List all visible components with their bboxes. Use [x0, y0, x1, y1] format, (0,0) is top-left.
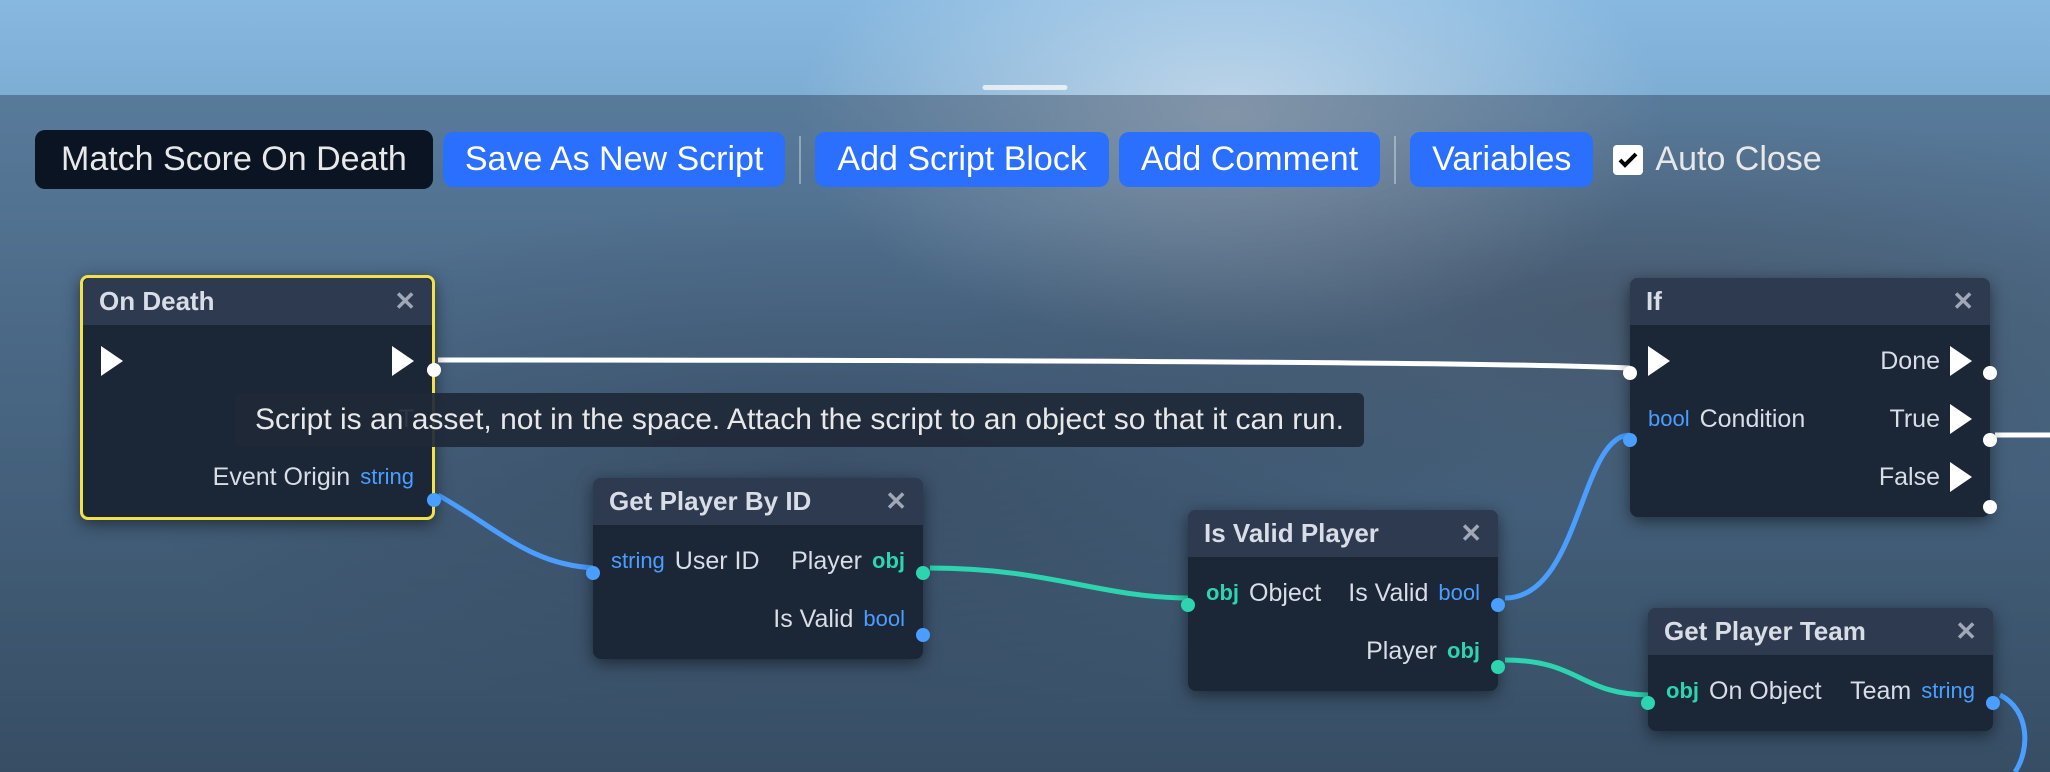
out-event-origin-port[interactable]: Event Origin string	[213, 463, 414, 492]
node-title: Is Valid Player	[1204, 518, 1379, 549]
play-icon	[1648, 346, 1670, 376]
port-dot[interactable]	[1623, 366, 1637, 380]
port-label: Player	[791, 547, 862, 576]
port-dot[interactable]	[1491, 598, 1505, 612]
type-tag-string: string	[611, 548, 665, 574]
close-icon[interactable]: ✕	[1460, 518, 1482, 549]
in-user-id-port[interactable]: string User ID	[611, 547, 760, 576]
type-tag-string: string	[1921, 678, 1975, 704]
port-label: User ID	[675, 547, 760, 576]
node-body: obj Object Is Valid bool Player obj	[1188, 557, 1498, 691]
port-dot[interactable]	[427, 363, 441, 377]
out-true-port[interactable]: True	[1890, 404, 1972, 434]
port-dot[interactable]	[1491, 660, 1505, 674]
close-icon[interactable]: ✕	[1952, 286, 1974, 317]
port-label: Event Origin	[213, 463, 351, 492]
type-tag-bool: bool	[863, 606, 905, 632]
close-icon[interactable]: ✕	[394, 286, 416, 317]
node-is-valid-player[interactable]: Is Valid Player ✕ obj Object Is Valid bo…	[1188, 510, 1498, 691]
type-tag-bool: bool	[1438, 580, 1480, 606]
out-is-valid-port[interactable]: Is Valid bool	[1348, 579, 1480, 608]
type-tag-obj: obj	[1447, 638, 1480, 664]
in-condition-port[interactable]: bool Condition	[1648, 405, 1805, 434]
port-dot[interactable]	[586, 566, 600, 580]
out-false-port[interactable]: False	[1879, 462, 1972, 492]
node-header[interactable]: Get Player By ID ✕	[593, 478, 923, 525]
port-label: False	[1879, 463, 1940, 492]
exec-in-port[interactable]	[1648, 346, 1670, 376]
port-dot[interactable]	[1641, 696, 1655, 710]
out-is-valid-port[interactable]: Is Valid bool	[773, 605, 905, 634]
node-title: On Death	[99, 286, 215, 317]
node-header[interactable]: On Death ✕	[83, 278, 432, 325]
port-dot[interactable]	[1181, 598, 1195, 612]
port-label: On Object	[1709, 677, 1822, 706]
out-player-port[interactable]: Player obj	[791, 547, 905, 576]
port-dot[interactable]	[427, 493, 441, 507]
in-on-object-port[interactable]: obj On Object	[1666, 677, 1822, 706]
exec-out-port[interactable]	[392, 346, 414, 376]
type-tag-string: string	[360, 464, 414, 490]
type-tag-obj: obj	[1206, 580, 1239, 606]
play-icon	[1950, 404, 1972, 434]
port-dot[interactable]	[1983, 366, 1997, 380]
close-icon[interactable]: ✕	[885, 486, 907, 517]
play-icon	[101, 346, 123, 376]
node-get-player-by-id[interactable]: Get Player By ID ✕ string User ID Player…	[593, 478, 923, 659]
play-icon	[392, 346, 414, 376]
node-canvas[interactable]: On Death ✕ T Event Origin string	[0, 0, 2050, 772]
type-tag-obj: obj	[1666, 678, 1699, 704]
play-icon	[1950, 346, 1972, 376]
port-dot[interactable]	[916, 628, 930, 642]
node-get-player-team[interactable]: Get Player Team ✕ obj On Object Team str…	[1648, 608, 1993, 731]
node-if[interactable]: If ✕ Done bool Condition True	[1630, 278, 1990, 517]
port-label: Done	[1880, 347, 1940, 376]
port-label: Object	[1249, 579, 1321, 608]
port-label: Condition	[1700, 405, 1806, 434]
node-body: Done bool Condition True False	[1630, 325, 1990, 517]
port-label: Team	[1850, 677, 1911, 706]
node-body: obj On Object Team string	[1648, 655, 1993, 731]
port-label: Is Valid	[773, 605, 853, 634]
node-header[interactable]: If ✕	[1630, 278, 1990, 325]
type-tag-obj: obj	[872, 548, 905, 574]
play-icon	[1950, 462, 1972, 492]
port-dot[interactable]	[916, 566, 930, 580]
out-done-port[interactable]: Done	[1880, 346, 1972, 376]
in-object-port[interactable]: obj Object	[1206, 579, 1321, 608]
port-dot[interactable]	[1623, 433, 1637, 447]
exec-in-port[interactable]	[101, 346, 123, 376]
tooltip-script-asset-warning: Script is an asset, not in the space. At…	[235, 393, 1364, 447]
node-title: If	[1646, 286, 1662, 317]
out-player-port[interactable]: Player obj	[1366, 637, 1480, 666]
out-team-port[interactable]: Team string	[1850, 677, 1975, 706]
node-body: string User ID Player obj Is Valid bool	[593, 525, 923, 659]
close-icon[interactable]: ✕	[1955, 616, 1977, 647]
node-header[interactable]: Is Valid Player ✕	[1188, 510, 1498, 557]
port-dot[interactable]	[1983, 433, 1997, 447]
port-label: True	[1890, 405, 1940, 434]
port-label: Is Valid	[1348, 579, 1428, 608]
port-label: Player	[1366, 637, 1437, 666]
node-title: Get Player Team	[1664, 616, 1866, 647]
node-header[interactable]: Get Player Team ✕	[1648, 608, 1993, 655]
port-dot[interactable]	[1983, 500, 1997, 514]
node-title: Get Player By ID	[609, 486, 811, 517]
type-tag-bool: bool	[1648, 406, 1690, 432]
port-dot[interactable]	[1986, 696, 2000, 710]
